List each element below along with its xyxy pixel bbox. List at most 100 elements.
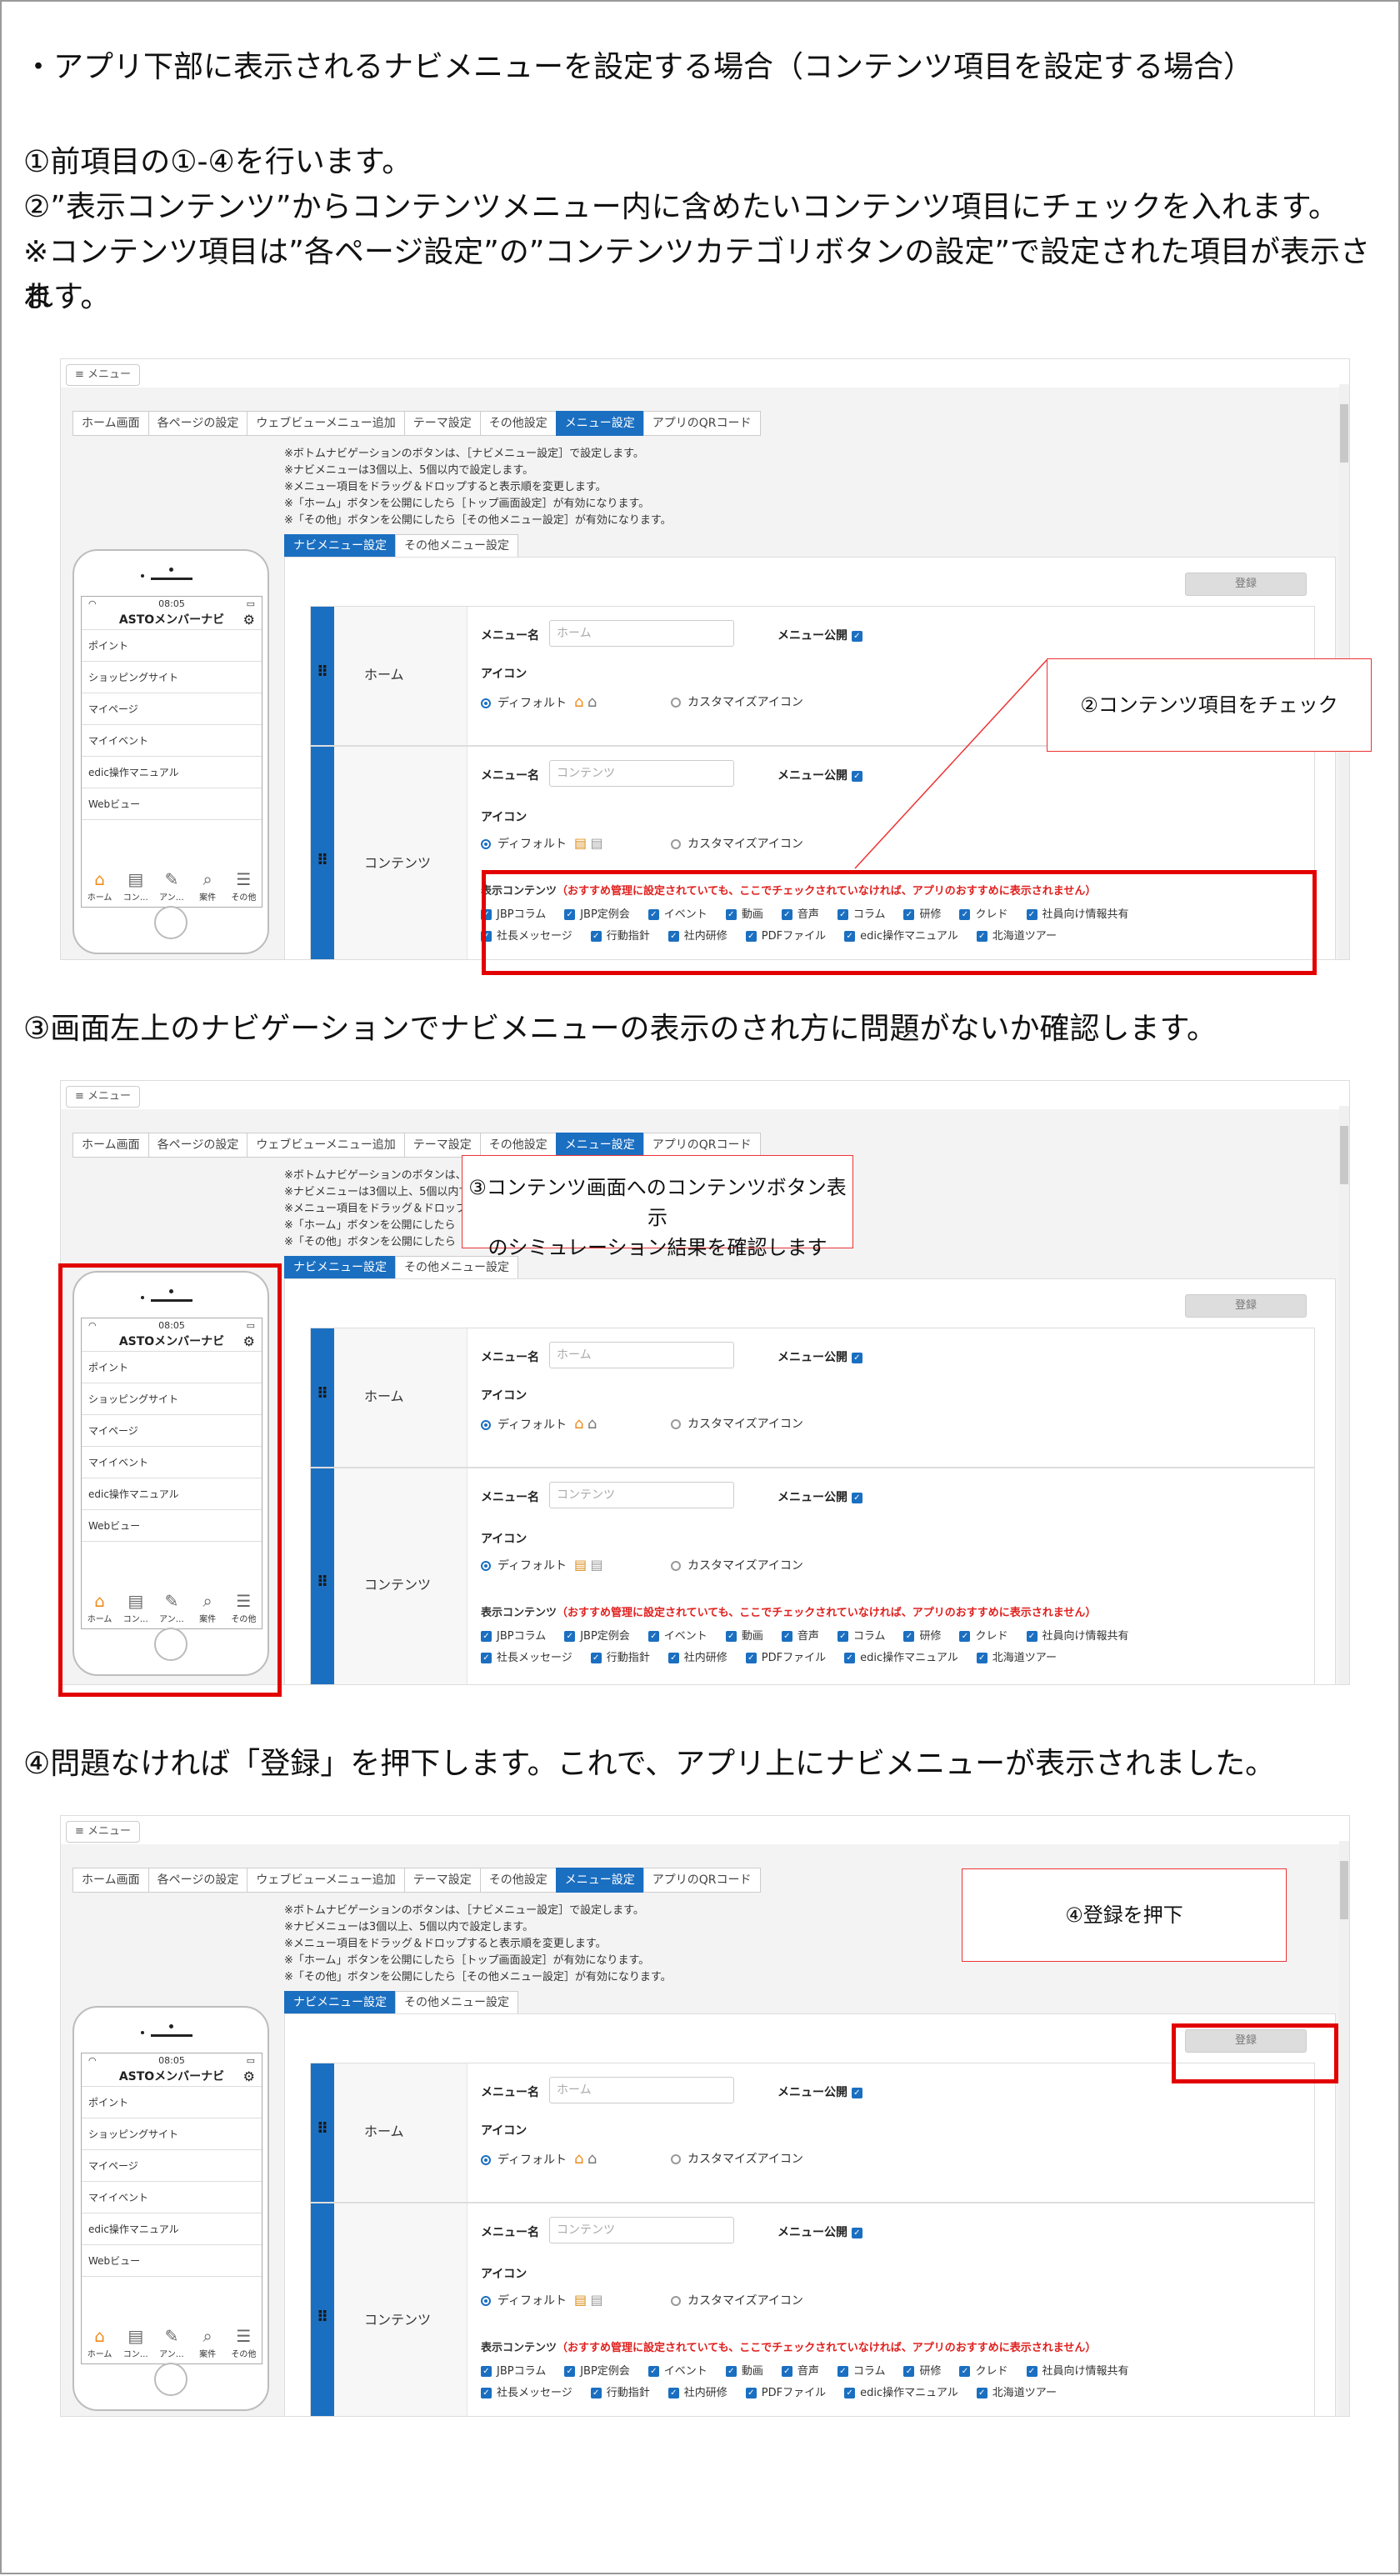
custom-icon-label: カスタマイズアイコン: [688, 2153, 803, 2166]
menu-public-checkbox[interactable]: ✓: [851, 1492, 862, 1503]
custom-icon-radio[interactable]: [671, 1561, 681, 1571]
drag-handle-icon[interactable]: ⠿: [314, 2120, 331, 2138]
phone-menu-item[interactable]: ポイント: [82, 2087, 262, 2118]
tab-other-menu[interactable]: その他メニュー設定: [395, 1991, 518, 2014]
menu-name-input[interactable]: ホーム: [549, 1342, 734, 1368]
menu-name-input[interactable]: コンテンツ: [549, 2217, 734, 2243]
document-page: ・アプリ下部に表示されるナビメニューを設定する場合（コンテンツ項目を設定する場合…: [0, 0, 1400, 2574]
menu-name-input[interactable]: ホーム: [549, 2077, 734, 2103]
content-item[interactable]: 動画: [742, 2365, 763, 2378]
phone-menu-item[interactable]: Webビュー: [82, 2245, 262, 2277]
document-icon: ▤: [128, 2326, 144, 2346]
content-item[interactable]: コラム: [853, 2365, 886, 2378]
drag-handle-icon[interactable]: ⠿: [314, 2308, 331, 2326]
content-item[interactable]: 社内研修: [684, 2387, 728, 2399]
tab-home-screen[interactable]: ホーム画面: [72, 1133, 149, 1158]
content-item[interactable]: 社長メッセージ: [497, 1652, 572, 1664]
tab-navi-menu[interactable]: ナビメニュー設定: [284, 1991, 396, 2014]
tab-qr-code[interactable]: アプリのQRコード: [642, 1133, 761, 1158]
menu-public-checkbox[interactable]: ✓: [851, 1352, 862, 1363]
default-radio[interactable]: [481, 2296, 491, 2306]
nav-search[interactable]: ⌕ 案件: [191, 2325, 224, 2362]
phone-menu-item[interactable]: マイイベント: [82, 2182, 262, 2213]
gear-icon[interactable]: ⚙: [243, 2068, 255, 2085]
phone-menu-item[interactable]: ショッピングサイト: [82, 2118, 262, 2150]
custom-icon-radio[interactable]: [671, 2154, 681, 2164]
content-item[interactable]: JBPコラム: [497, 2365, 546, 2378]
menu-row-contents[interactable]: ⠿ コンテンツ メニュー名 コンテンツ メニュー公開 ✓ アイコン ディフォルト…: [310, 1468, 1315, 1684]
default-radio[interactable]: [481, 1561, 491, 1571]
content-item[interactable]: 社員向け情報共有: [1042, 1630, 1129, 1643]
content-item[interactable]: イベント: [664, 1630, 708, 1643]
scrollbar[interactable]: [1339, 1841, 1349, 2416]
content-item[interactable]: edic操作マニュアル: [860, 2387, 958, 2399]
content-item[interactable]: 社内研修: [684, 1652, 728, 1664]
content-item[interactable]: クレド: [975, 1630, 1008, 1643]
content-item[interactable]: イベント: [664, 2365, 708, 2378]
tab-webview-menu[interactable]: ウェブビューメニュー追加: [247, 1868, 405, 1893]
menu-row-contents[interactable]: ⠿ コンテンツ メニュー名 コンテンツ メニュー公開 ✓ アイコン ディフォルト…: [310, 2203, 1315, 2416]
tab-theme[interactable]: テーマ設定: [403, 1133, 481, 1158]
content-item[interactable]: PDFファイル: [762, 1652, 826, 1664]
content-item[interactable]: コラム: [853, 1630, 886, 1643]
menu-row-home[interactable]: ⠿ ホーム メニュー名 ホーム メニュー公開 ✓ アイコン ディフォルト ⌂ ⌂…: [310, 2063, 1315, 2203]
document-icon: ▤: [573, 2292, 588, 2308]
content-item[interactable]: 北海道ツアー: [992, 1652, 1057, 1664]
tab-menu-settings[interactable]: メニュー設定: [555, 1868, 644, 1893]
content-item[interactable]: JBPコラム: [497, 1630, 546, 1643]
tab-navi-menu[interactable]: ナビメニュー設定: [284, 1256, 396, 1279]
content-item[interactable]: PDFファイル: [762, 2387, 826, 2399]
default-label: ディフォルト: [498, 2294, 568, 2308]
tab-theme[interactable]: テーマ設定: [403, 1868, 481, 1893]
drag-handle-icon[interactable]: ⠿: [314, 1573, 331, 1591]
tab-page-settings[interactable]: 各ページの設定: [148, 1868, 248, 1893]
content-item[interactable]: 研修: [919, 1630, 941, 1643]
scrollbar[interactable]: [1339, 1106, 1349, 1684]
register-button[interactable]: 登録: [1185, 1294, 1307, 1318]
display-contents-label: 表示コンテンツ: [481, 2342, 558, 2354]
content-item[interactable]: 動画: [742, 1630, 763, 1643]
home-icon: ⌂: [94, 2326, 105, 2346]
content-item[interactable]: 音声: [798, 1630, 819, 1643]
tab-other-settings[interactable]: その他設定: [479, 1133, 557, 1158]
content-item[interactable]: JBP定例会: [580, 1630, 630, 1643]
phone-menu-item[interactable]: edic操作マニュアル: [82, 2213, 262, 2245]
nav-survey[interactable]: ✎ アン…: [155, 2325, 188, 2362]
menu-button[interactable]: ≡ メニュー: [66, 1821, 141, 1843]
nav-home[interactable]: ⌂ ホーム: [83, 2325, 117, 2362]
content-item[interactable]: 行動指針: [607, 1652, 650, 1664]
menu-name-input[interactable]: コンテンツ: [549, 1482, 734, 1508]
menu-public-checkbox[interactable]: ✓: [851, 2087, 862, 2098]
tab-home-screen[interactable]: ホーム画面: [72, 1868, 149, 1893]
tab-webview-menu[interactable]: ウェブビューメニュー追加: [247, 1133, 405, 1158]
tab-other-settings[interactable]: その他設定: [479, 1868, 557, 1893]
default-label: ディフォルト: [498, 2153, 568, 2167]
content-item[interactable]: edic操作マニュアル: [860, 1652, 958, 1664]
main-tabs: ホーム画面 各ページの設定 ウェブビューメニュー追加 テーマ設定 その他設定 メ…: [72, 1868, 761, 1893]
menu-public-checkbox[interactable]: ✓: [851, 2227, 862, 2238]
top-bar: ≡ メニュー: [61, 1081, 1349, 1109]
content-item[interactable]: 音声: [798, 2365, 819, 2378]
menu-row-home[interactable]: ⠿ ホーム メニュー名 ホーム メニュー公開 ✓ アイコン ディフォルト ⌂ ⌂…: [310, 1328, 1315, 1468]
content-item[interactable]: JBP定例会: [580, 2365, 630, 2378]
tab-page-settings[interactable]: 各ページの設定: [148, 1133, 248, 1158]
nav-other[interactable]: ☰ その他: [227, 2325, 260, 2362]
app-title-text: ASTOメンバーナビ: [118, 2070, 225, 2083]
content-item[interactable]: 社員向け情報共有: [1042, 2365, 1129, 2378]
phone-menu-item[interactable]: マイページ: [82, 2150, 262, 2182]
step3-text: ③画面左上のナビゲーションでナビメニューの表示のされ方に問題がないか確認します。: [23, 1012, 1217, 1046]
drag-handle-icon[interactable]: ⠿: [314, 1385, 331, 1403]
content-item[interactable]: 北海道ツアー: [992, 2387, 1057, 2399]
content-item[interactable]: クレド: [975, 2365, 1008, 2378]
custom-icon-radio[interactable]: [671, 2296, 681, 2306]
menu-button[interactable]: ≡ メニュー: [66, 1086, 141, 1108]
tab-qr-code[interactable]: アプリのQRコード: [642, 1868, 761, 1893]
nav-contents[interactable]: ▤ コン…: [119, 2325, 152, 2362]
default-radio[interactable]: [481, 2155, 491, 2165]
default-radio[interactable]: [481, 1420, 491, 1430]
content-item[interactable]: 行動指針: [607, 2387, 650, 2399]
content-item[interactable]: 社長メッセージ: [497, 2387, 572, 2399]
content-item[interactable]: 研修: [919, 2365, 941, 2378]
custom-icon-radio[interactable]: [671, 1419, 681, 1429]
tab-menu-settings[interactable]: メニュー設定: [555, 1133, 644, 1158]
